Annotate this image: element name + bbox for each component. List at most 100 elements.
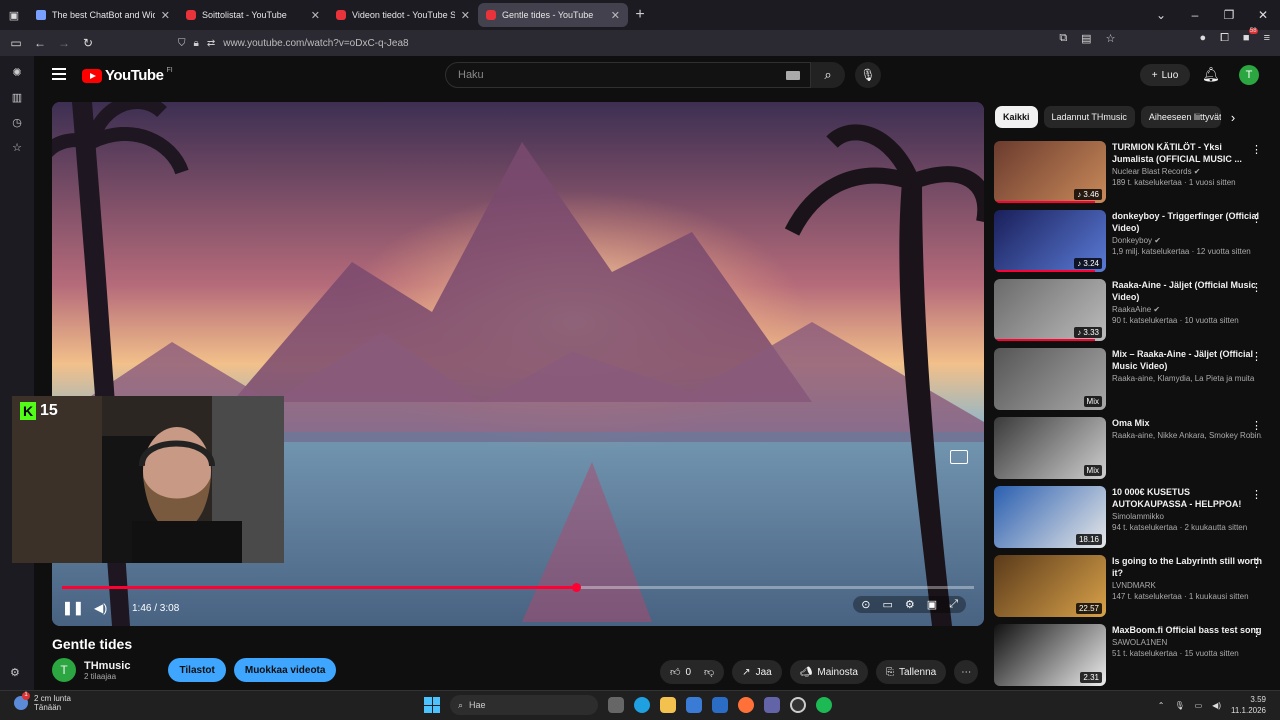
more-options-icon[interactable]: ⋮ [1251,143,1262,156]
stats-button[interactable]: Tilastot [168,658,226,682]
shield-icon[interactable]: ⛉ [178,38,186,49]
close-tab-icon[interactable]: ✕ [161,9,170,22]
extension-badge-icon[interactable]: ■ 58 [1243,28,1258,45]
spotify-icon[interactable] [816,697,832,713]
firefox-icon[interactable] [738,697,754,713]
more-options-icon[interactable]: ⋮ [1251,419,1262,432]
save-button[interactable]: ⎘ Tallenna [875,660,947,684]
recommendation-item[interactable]: Mix Oma Mix Raaka-aine, Nikke Ankara, Smok… [994,417,1262,486]
tab-videon-tiedot[interactable]: Videon tiedot - YouTube Studio ✕ [328,0,478,30]
recommendation-title[interactable]: Is going to the Labyrinth still worth it… [1112,555,1262,579]
video-thumbnail[interactable]: ♪ 3.33 [994,279,1106,341]
recommendation-channel[interactable]: LVNDMARK [1112,581,1262,590]
forward-icon[interactable]: → [52,36,76,50]
channel-name[interactable]: THmusic [84,660,130,672]
share-button[interactable]: ↗ Jaa [732,660,782,684]
reload-icon[interactable]: ↻ [76,36,100,50]
more-options-icon[interactable]: ⋮ [1251,488,1262,501]
recommendation-title[interactable]: Mix – Raaka-Aine - Jäljet (Official Musi… [1112,348,1262,372]
extensions-icon[interactable]: ⧠ [1220,32,1229,45]
more-options-icon[interactable]: ⋮ [1251,281,1262,294]
history-icon[interactable]: ◷ [12,116,22,129]
more-options-icon[interactable]: ⋮ [1251,626,1262,639]
video-thumbnail[interactable]: Mix [994,348,1106,410]
create-button[interactable]: + Luo [1140,64,1190,86]
lock-icon[interactable]: 🔒︎ [194,38,199,49]
close-tab-icon[interactable]: ✕ [311,9,320,22]
tab-gentle-tides[interactable]: Gentle tides - YouTube ✕ [478,3,628,27]
pip-icon[interactable]: ⧉ [1059,32,1067,45]
search-input[interactable]: Haku [445,62,811,88]
recommendation-channel[interactable]: SAWOLA1NEN [1112,638,1262,647]
video-thumbnail[interactable]: 2.31 [994,624,1106,686]
back-icon[interactable]: ← [28,36,52,50]
recommendation-title[interactable]: donkeyboy - Triggerfinger (Official Vide… [1112,210,1262,234]
weather-widget[interactable]: 1 2 cm lunta Tänään [14,692,71,712]
url-text[interactable]: www.youtube.com/watch?v=oDxC-q-Jea8 [223,38,408,49]
clock[interactable]: 3.59 11.1.2026 [1231,694,1266,716]
tab-chatbot[interactable]: The best ChatBot and Widgets ✕ [28,0,178,30]
video-thumbnail[interactable]: 18.16 [994,486,1106,548]
video-thumbnail[interactable]: 22.57 [994,555,1106,617]
recommendation-item[interactable]: Mix Mix – Raaka-Aine - Jäljet (Official M… [994,348,1262,417]
taskbar-search[interactable]: ⌕ Hae [450,695,598,715]
url-bar[interactable]: ⛉ 🔒︎ ⇄ www.youtube.com/watch?v=oDxC-q-Je… [178,33,1098,53]
network-icon[interactable]: ▭ [1195,701,1203,710]
bookmark-star-icon[interactable]: ☆ [1106,32,1116,45]
tray-overflow-icon[interactable]: ⌃ [1158,701,1165,710]
task-view-icon[interactable] [608,697,624,713]
video-thumbnail[interactable]: ♪ 3.24 [994,210,1106,272]
channel-avatar[interactable]: T [52,658,76,682]
sidebar-toggle-icon[interactable]: ▭ [4,36,28,50]
youtube-logo[interactable]: YouTube FI [82,67,173,84]
theater-mode-icon[interactable]: ▣ [927,598,937,611]
more-options-icon[interactable]: ⋮ [1251,350,1262,363]
edit-video-button[interactable]: Muokkaa videota [233,658,337,682]
more-options-icon[interactable]: ⋮ [1251,557,1262,570]
ai-chatbot-icon[interactable]: ✺ [12,66,21,79]
recommendation-title[interactable]: Oma Mix [1112,417,1262,429]
like-dislike-button[interactable]: 👍︎ 0 👎︎ [660,660,725,684]
notifications-bell-icon[interactable]: 🔔︎ [1202,66,1220,83]
progress-bar[interactable] [62,583,974,592]
more-options-icon[interactable]: ⋮ [1251,212,1262,225]
tab-soittolistat[interactable]: Soittolistat - YouTube ✕ [178,0,328,30]
teams-icon[interactable] [764,697,780,713]
store-icon[interactable] [686,697,702,713]
fullscreen-icon[interactable]: ⤢ [949,598,958,611]
subtitles-icon[interactable]: ▭ [883,598,893,611]
search-button[interactable]: ⌕ [811,62,845,88]
keyboard-icon[interactable] [786,71,800,80]
recommendation-channel[interactable]: Donkeyboy ✔ [1112,236,1262,245]
mail-icon[interactable] [712,697,728,713]
recommendation-item[interactable]: 2.31 MaxBoom.fi Official bass test song SA… [994,624,1262,690]
hamburger-menu-icon[interactable] [52,68,66,83]
sidebar-settings-icon[interactable]: ⚙ [10,666,20,679]
recommendation-title[interactable]: 10 000€ KUSETUS AUTOKAUPASSA - HELPPOA! [1112,486,1262,510]
recommendation-item[interactable]: 22.57 Is going to the Labyrinth still wor… [994,555,1262,624]
close-window-icon[interactable]: ✕ [1246,8,1280,22]
synced-tabs-icon[interactable]: ▥ [12,91,22,104]
account-avatar[interactable]: T [1239,65,1259,85]
permissions-icon[interactable]: ⇄ [207,38,215,49]
recommendation-title[interactable]: Raaka-Aine - Jäljet (Official Music Vide… [1112,279,1262,303]
recommendation-channel[interactable]: RaakaAine ✔ [1112,305,1262,314]
chip-all[interactable]: Kaikki [995,106,1038,128]
recommendation-item[interactable]: ♪ 3.24 donkeyboy - Triggerfinger (Officia… [994,210,1262,279]
microphone-tray-icon[interactable]: 🎙︎ [1174,701,1184,710]
voice-search-button[interactable]: 🎙︎ [855,62,881,88]
tab-overflow-icon[interactable]: ⌄ [1144,8,1178,22]
volume-tray-icon[interactable]: ◀︎) [1212,701,1221,710]
recommendation-channel[interactable]: Raaka-aine, Klamydia, La Pieta ja muita [1112,374,1262,383]
thumbs-up-icon[interactable]: 👍︎ [670,666,680,678]
tab-list-icon[interactable]: ▣ [0,9,28,22]
autoplay-toggle-icon[interactable]: ⊙ [861,598,870,611]
windows-start-icon[interactable] [424,697,440,713]
volume-icon[interactable]: ◀︎) [94,601,124,615]
pause-icon[interactable]: ❚❚ [62,600,86,616]
app-menu-icon[interactable]: ≡ [1264,32,1270,45]
promote-button[interactable]: 📣︎ Mainosta [789,660,868,684]
recommendation-channel[interactable]: Raaka-aine, Nikke Ankara, Smokey Robin..… [1112,431,1262,440]
recommendation-item[interactable]: ♪ 3.46 TURMION KÄTILÖT - Yksi Jumalista (… [994,141,1262,210]
chip-related[interactable]: Aiheeseen liittyvät [1140,106,1221,128]
